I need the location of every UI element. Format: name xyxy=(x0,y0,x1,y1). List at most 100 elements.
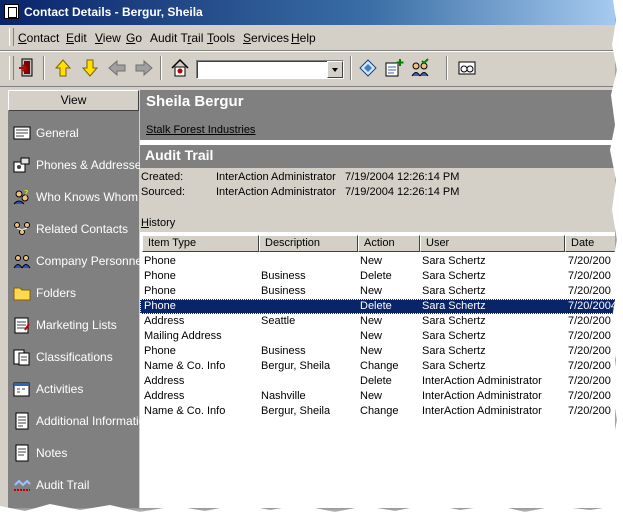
audit-trail-icon xyxy=(13,476,31,494)
menu-services[interactable]: Services xyxy=(243,31,289,45)
sidebar-item-related-contacts[interactable]: Related Contacts xyxy=(8,213,139,245)
combo-dropdown-button[interactable] xyxy=(327,61,343,78)
table-cell: New xyxy=(360,390,383,402)
table-cell: Business xyxy=(261,270,306,282)
table-cell: 7/20/2004 xyxy=(568,300,615,312)
table-cell: New xyxy=(360,285,383,297)
sidebar-item-label: Audit Trail xyxy=(36,478,90,492)
table-row[interactable]: Address Seattle New Sara Schertz 7/20/200 xyxy=(140,314,615,329)
folder-icon xyxy=(13,284,31,302)
sidebar-item-notes[interactable]: Notes xyxy=(8,437,139,469)
table-cell: Name & Co. Info xyxy=(144,360,226,372)
table-cell: Mailing Address xyxy=(144,330,222,342)
title-bar: Contact Details - Bergur, Sheila xyxy=(0,0,615,25)
column-header-user[interactable]: User xyxy=(420,235,565,252)
sidebar-item-label: Additional Information xyxy=(36,414,153,428)
table-row[interactable]: Phone Delete Sara Schertz 7/20/2004 xyxy=(140,299,615,314)
add-contact-icon[interactable] xyxy=(383,57,405,79)
created-label: Created: xyxy=(141,171,184,183)
column-header-item-type[interactable]: Item Type xyxy=(142,235,259,252)
company-personnel-icon xyxy=(13,252,31,270)
table-row[interactable]: Name & Co. Info Bergur, Sheila Change Sara … xyxy=(140,359,615,374)
table-cell: InterAction Administrator xyxy=(422,390,542,402)
history-table[interactable]: Item Type Description Action User Date P… xyxy=(140,235,615,508)
sidebar-item-label: Related Contacts xyxy=(36,222,129,236)
table-cell: Business xyxy=(261,285,306,297)
exit-door-icon[interactable] xyxy=(16,57,38,79)
diamond-icon[interactable] xyxy=(357,57,379,79)
home-icon[interactable] xyxy=(169,57,191,79)
table-cell: New xyxy=(360,345,383,357)
sidebar-item-label: Notes xyxy=(36,446,68,460)
menu-tools[interactable]: Tools xyxy=(207,31,235,45)
torn-edge-bottom xyxy=(0,504,623,518)
created-by: InterAction Administrator xyxy=(216,171,336,183)
window-title: Contact Details - Bergur, Sheila xyxy=(24,5,203,19)
table-row[interactable]: Name & Co. Info Bergur, Sheila Change Inter… xyxy=(140,404,615,419)
table-cell: Sara Schertz xyxy=(422,315,486,327)
table-row[interactable]: Phone Business Delete Sara Schertz 7/20/200 xyxy=(140,269,615,284)
sourced-by: InterAction Administrator xyxy=(216,186,336,198)
company-link[interactable]: Stalk Forest Industries xyxy=(146,124,255,136)
people-check-icon[interactable] xyxy=(409,57,431,79)
table-cell: Sara Schertz xyxy=(422,285,486,297)
sidebar-item-additional-information[interactable]: Additional Information xyxy=(8,405,152,437)
menu-audit-trail[interactable]: Audit Trail xyxy=(150,31,203,45)
sidebar-item-activities[interactable]: Activities xyxy=(8,373,139,405)
table-cell: 7/20/200 xyxy=(568,330,611,342)
table-cell: 7/20/200 xyxy=(568,285,611,297)
sidebar-item-who-knows-whom[interactable]: ? Who Knows Whom xyxy=(8,181,139,213)
table-cell: Change xyxy=(360,405,399,417)
audit-trail-title: Audit Trail xyxy=(145,147,214,163)
menu-help[interactable]: Help xyxy=(291,31,316,45)
table-cell: Sara Schertz xyxy=(422,255,486,267)
sidebar-item-label: Folders xyxy=(36,286,77,300)
sidebar-item-audit-trail[interactable]: Audit Trail xyxy=(8,469,139,501)
table-cell: Business xyxy=(261,345,306,357)
sidebar-item-general[interactable]: General xyxy=(8,117,139,149)
column-header-description[interactable]: Description xyxy=(259,235,358,252)
menu-bar: Contact Edit View Go Audit Trail Tools S… xyxy=(0,25,615,51)
table-row[interactable]: Mailing Address New Sara Schertz 7/20/200 xyxy=(140,329,615,344)
menu-view[interactable]: View xyxy=(95,31,121,45)
table-row[interactable]: Phone Business New Sara Schertz 7/20/200 xyxy=(140,284,615,299)
table-cell: Name & Co. Info xyxy=(144,405,226,417)
sidebar-item-phones-addresses[interactable]: Phones & Addresses xyxy=(8,149,147,181)
binoculars-icon[interactable] xyxy=(456,57,478,79)
table-cell: 7/20/200 xyxy=(568,405,611,417)
window: Contact Details - Bergur, Sheila Contact… xyxy=(0,0,615,508)
table-cell: Address xyxy=(144,315,185,327)
table-cell: New xyxy=(360,315,383,327)
forward-arrow-icon[interactable] xyxy=(133,57,155,79)
menu-go[interactable]: Go xyxy=(126,31,142,45)
table-row[interactable]: Phone New Sara Schertz 7/20/200 xyxy=(140,254,615,269)
sidebar-item-classifications[interactable]: Classifications xyxy=(8,341,139,373)
table-row[interactable]: Address Nashville New InterAction Administr… xyxy=(140,389,615,404)
sidebar-item-company-personnel[interactable]: Company Personnel xyxy=(8,245,145,277)
sidebar-item-marketing-lists[interactable]: Marketing Lists xyxy=(8,309,139,341)
table-cell: New xyxy=(360,330,383,342)
table-cell: Sara Schertz xyxy=(422,345,486,357)
table-cell: Phone xyxy=(144,285,176,297)
table-row[interactable]: Phone Business New Sara Schertz 7/20/200 xyxy=(140,344,615,359)
arrow-down-icon[interactable] xyxy=(79,57,101,79)
menu-edit[interactable]: Edit xyxy=(66,31,87,45)
column-header-date[interactable]: Date xyxy=(565,235,615,252)
column-header-action[interactable]: Action xyxy=(358,235,420,252)
table-cell: 7/20/200 xyxy=(568,390,611,402)
view-pane: View General Phones & Addresses ? Who Kn… xyxy=(8,90,152,508)
table-row[interactable]: Address Delete InterAction Administrator 7/… xyxy=(140,374,615,389)
table-cell: InterAction Administrator xyxy=(422,375,542,387)
go-combo-box[interactable] xyxy=(196,60,344,79)
sidebar-item-label: Marketing Lists xyxy=(36,318,117,332)
sidebar-item-label: Activities xyxy=(36,382,84,396)
menu-contact[interactable]: Contact xyxy=(18,31,59,45)
table-cell: Delete xyxy=(360,270,392,282)
back-arrow-icon[interactable] xyxy=(106,57,128,79)
table-cell: 7/20/200 xyxy=(568,315,611,327)
arrow-up-icon[interactable] xyxy=(52,57,74,79)
table-cell: Bergur, Sheila xyxy=(261,405,331,417)
sidebar-item-folders[interactable]: Folders xyxy=(8,277,139,309)
toolbar xyxy=(0,51,615,87)
sidebar-item-label: Classifications xyxy=(36,350,113,364)
